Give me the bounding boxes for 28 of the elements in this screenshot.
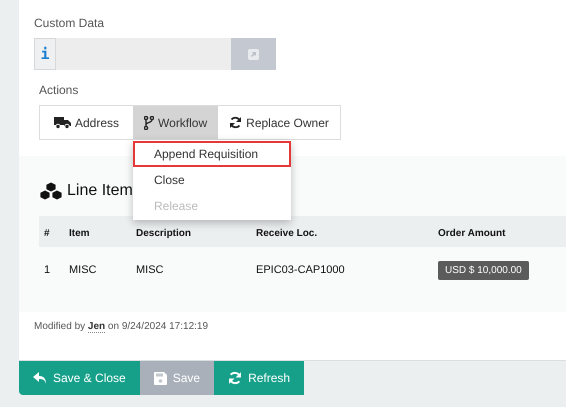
column-header: Description [131, 216, 251, 247]
section-label: Actions [39, 83, 80, 99]
table-cell: MISC [131, 247, 251, 292]
modified-text: Modified by Jen on 9/24/2024 17:12:19 [33, 320, 210, 335]
branch-icon [144, 116, 154, 130]
action-button[interactable]: Workflow [133, 106, 218, 139]
truck-icon [54, 116, 71, 129]
reply-arrow-icon [33, 372, 47, 384]
info-icon: i [34, 38, 56, 70]
column-header: Receive Loc. [251, 216, 433, 247]
table-cell: EPIC03-CAP1000 [251, 247, 433, 292]
menu-item[interactable]: Append Requisition [133, 141, 291, 167]
input-field[interactable] [56, 38, 231, 70]
arrow-icon [248, 48, 259, 60]
column-header: # [39, 216, 64, 247]
save-icon [154, 372, 167, 384]
table-cell: MISC [64, 247, 131, 292]
table-cell: 1 [39, 247, 64, 292]
amount-badge: USD $ 10,000.00 [438, 260, 529, 280]
section-title: Line Item [67, 182, 133, 200]
open-button[interactable] [231, 38, 276, 70]
cubes-icon [39, 181, 63, 201]
column-header: Item [64, 216, 131, 247]
column-header: Order Amount [433, 216, 566, 247]
menu-item[interactable]: Close [133, 167, 291, 193]
refresh-icon [229, 116, 242, 129]
refresh-icon [228, 371, 242, 385]
field-label: Custom Data [34, 16, 106, 32]
